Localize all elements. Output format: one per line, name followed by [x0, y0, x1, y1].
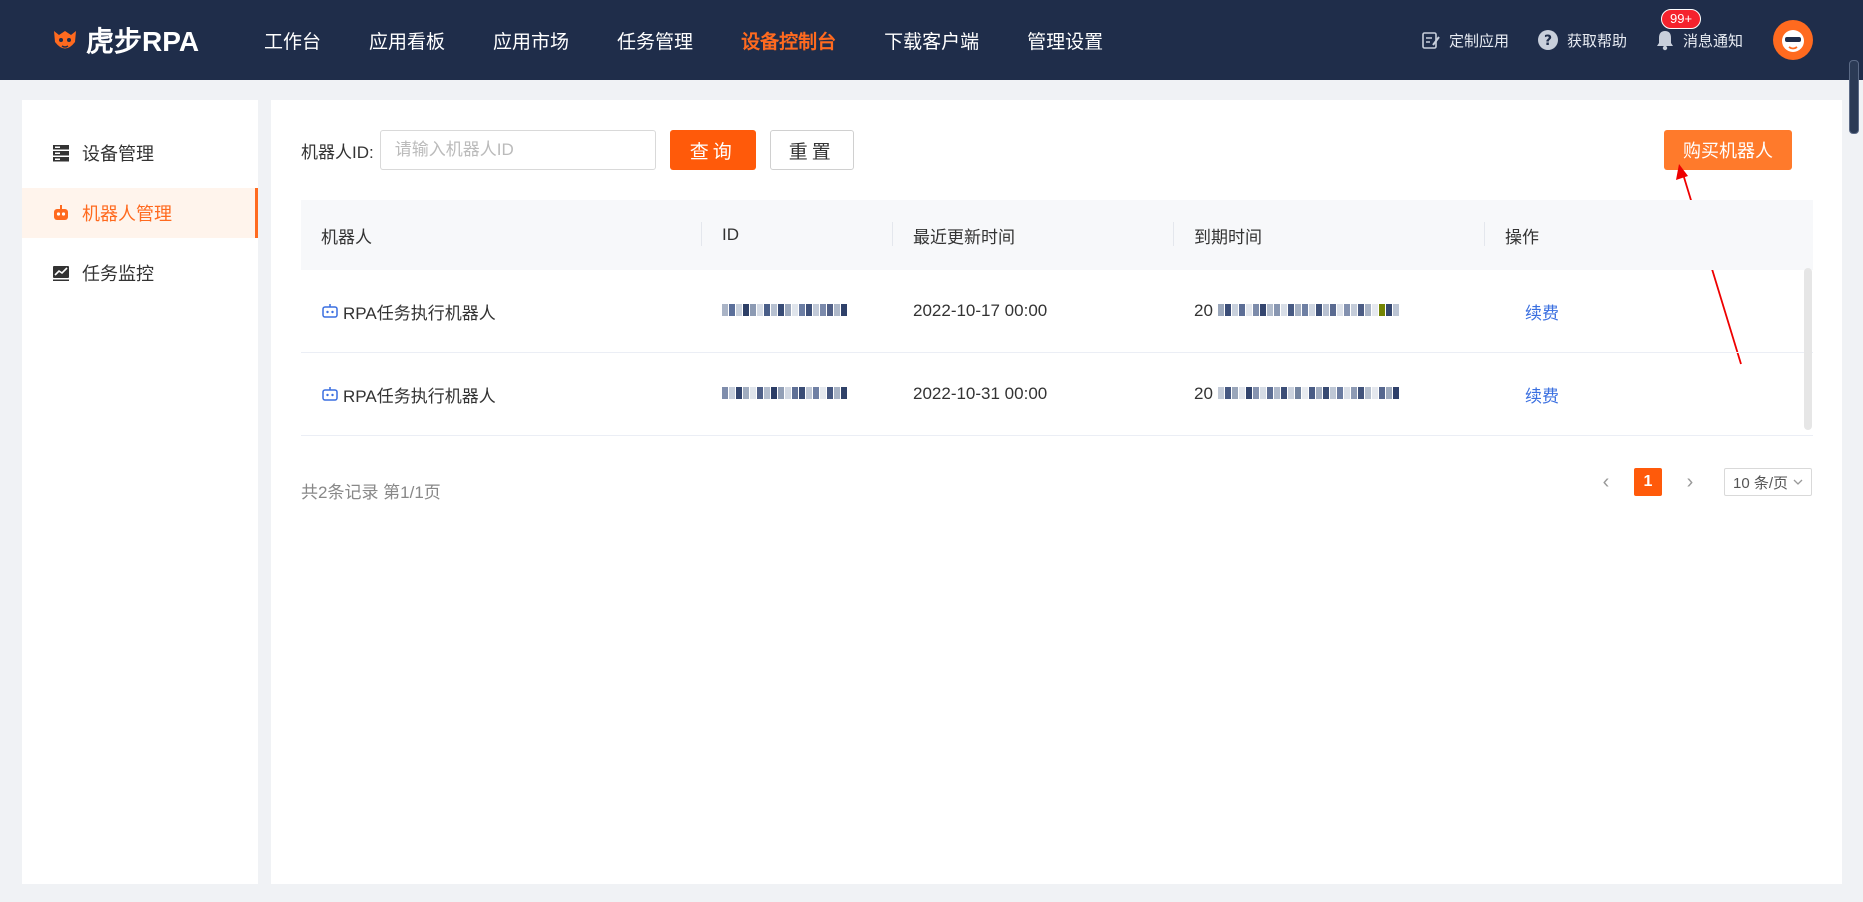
column-header-action: 操作 — [1485, 200, 1813, 270]
renew-link[interactable]: 续费 — [1505, 387, 1559, 406]
nav-item-app-market[interactable]: 应用市场 — [493, 27, 569, 54]
renew-link[interactable]: 续费 — [1505, 304, 1559, 323]
action-cell: 续费 — [1485, 270, 1813, 353]
next-page-icon[interactable]: › — [1676, 471, 1704, 494]
nav-item-admin-settings[interactable]: 管理设置 — [1027, 27, 1103, 54]
robot-id-cell — [702, 352, 893, 436]
pagination: ‹ 1 › 10 条/页 — [1592, 468, 1812, 496]
expire-prefix: 20 — [1194, 301, 1213, 320]
custom-app-label: 定制应用 — [1448, 32, 1509, 50]
nav-item-task-management[interactable]: 任务管理 — [617, 27, 693, 54]
custom-app-link[interactable]: 定制应用 — [1421, 30, 1509, 51]
column-header-robot: 机器人 — [301, 200, 702, 270]
column-header-id: ID — [702, 200, 893, 270]
server-icon — [53, 145, 69, 162]
robot-table: 机器人 ID 最近更新时间 到期时间 操作 RPA任务执行机器人 2022-10… — [301, 200, 1813, 436]
chevron-down-icon — [1793, 479, 1803, 485]
question-circle-icon: ? — [1537, 30, 1558, 50]
robot-name: RPA任务执行机器人 — [343, 303, 496, 323]
page-size-value: 10 条/页 — [1733, 474, 1789, 492]
help-link[interactable]: ? 获取帮助 — [1537, 29, 1627, 51]
nav-item-app-board[interactable]: 应用看板 — [369, 27, 445, 54]
redacted-id-mosaic — [722, 304, 847, 316]
brand-name: 虎步RPA — [86, 26, 200, 57]
brand-logo[interactable]: 虎步RPA — [50, 22, 199, 58]
redacted-expire-mosaic — [1217, 387, 1399, 399]
robot-name: RPA任务执行机器人 — [343, 386, 496, 406]
main-content: 机器人ID: 查询 重置 购买机器人 机器人 ID 最近更新时间 到期时间 操作 — [271, 100, 1842, 884]
main-nav: 工作台 应用看板 应用市场 任务管理 设备控制台 下载客户端 管理设置 — [240, 0, 1127, 80]
expire-time-cell: 20 — [1174, 270, 1485, 353]
updated-time-cell: 2022-10-17 00:00 — [893, 270, 1174, 353]
robot-icon — [54, 205, 68, 220]
redacted-expire-mosaic — [1217, 304, 1399, 316]
notify-label: 消息通知 — [1682, 32, 1743, 50]
column-header-expire-time: 到期时间 — [1174, 200, 1485, 270]
robot-name-cell: RPA任务执行机器人 — [301, 352, 702, 436]
robot-outline-icon — [322, 387, 338, 401]
expire-time-cell: 20 — [1174, 352, 1485, 436]
user-avatar[interactable] — [1773, 20, 1813, 60]
robot-filter-bar: 机器人ID: 查询 重置 — [301, 130, 854, 170]
expire-prefix: 20 — [1194, 384, 1213, 403]
table-header-row: 机器人 ID 最近更新时间 到期时间 操作 — [301, 200, 1813, 270]
nav-item-workbench[interactable]: 工作台 — [264, 27, 321, 54]
top-navigation-bar: 虎步RPA 工作台 应用看板 应用市场 任务管理 设备控制台 下载客户端 管理设… — [0, 0, 1863, 134]
record-summary: 共2条记录 第1/1页 — [301, 483, 441, 502]
nav-item-device-console[interactable]: 设备控制台 — [741, 27, 836, 54]
prev-page-icon[interactable]: ‹ — [1592, 471, 1620, 494]
robot-id-cell — [702, 270, 893, 353]
sidebar-item-label: 任务监控 — [82, 264, 154, 284]
action-cell: 续费 — [1485, 352, 1813, 436]
sidebar-item-label: 机器人管理 — [82, 204, 172, 224]
header-tools: 定制应用 ? 获取帮助 99+ 消息通知 — [1393, 0, 1813, 80]
robot-name-cell: RPA任务执行机器人 — [301, 270, 702, 353]
sidebar-item-task-monitoring[interactable]: 任务监控 — [22, 248, 258, 298]
sidebar: 设备管理 机器人管理 任务监控 — [22, 100, 258, 884]
page-size-select[interactable]: 10 条/页 — [1724, 468, 1812, 496]
query-button[interactable]: 查询 — [669, 130, 756, 170]
chart-monitor-icon — [53, 266, 69, 281]
table-row: RPA任务执行机器人 2022-10-17 00:00 20 续费 — [301, 270, 1813, 353]
redacted-id-mosaic — [722, 387, 847, 399]
page-scrollbar-thumb[interactable] — [1849, 60, 1859, 134]
notifications-link[interactable]: 99+ 消息通知 — [1655, 9, 1743, 51]
tiger-logo-icon — [54, 31, 76, 49]
nav-item-download-client[interactable]: 下载客户端 — [884, 27, 979, 54]
robot-outline-icon — [322, 304, 338, 318]
help-label: 获取帮助 — [1566, 32, 1627, 50]
sidebar-item-robot-management[interactable]: 机器人管理 — [22, 188, 258, 238]
page-number-current[interactable]: 1 — [1634, 468, 1662, 496]
robot-id-label: 机器人ID: — [301, 142, 374, 162]
robot-id-input[interactable] — [379, 130, 656, 170]
table-row: RPA任务执行机器人 2022-10-31 00:00 20 续费 — [301, 352, 1813, 436]
tiger-avatar-icon — [1782, 30, 1804, 52]
table-scrollbar[interactable] — [1804, 268, 1812, 430]
reset-button[interactable]: 重置 — [769, 130, 854, 170]
notification-count-badge: 99+ — [1660, 9, 1702, 29]
column-header-updated-time: 最近更新时间 — [893, 200, 1174, 270]
sidebar-item-label: 设备管理 — [82, 144, 154, 164]
edit-note-icon — [1422, 32, 1440, 49]
sidebar-item-device-management[interactable]: 设备管理 — [22, 128, 258, 178]
bell-icon — [1656, 31, 1673, 51]
svg-text:?: ? — [1544, 33, 1552, 49]
updated-time-cell: 2022-10-31 00:00 — [893, 352, 1174, 436]
